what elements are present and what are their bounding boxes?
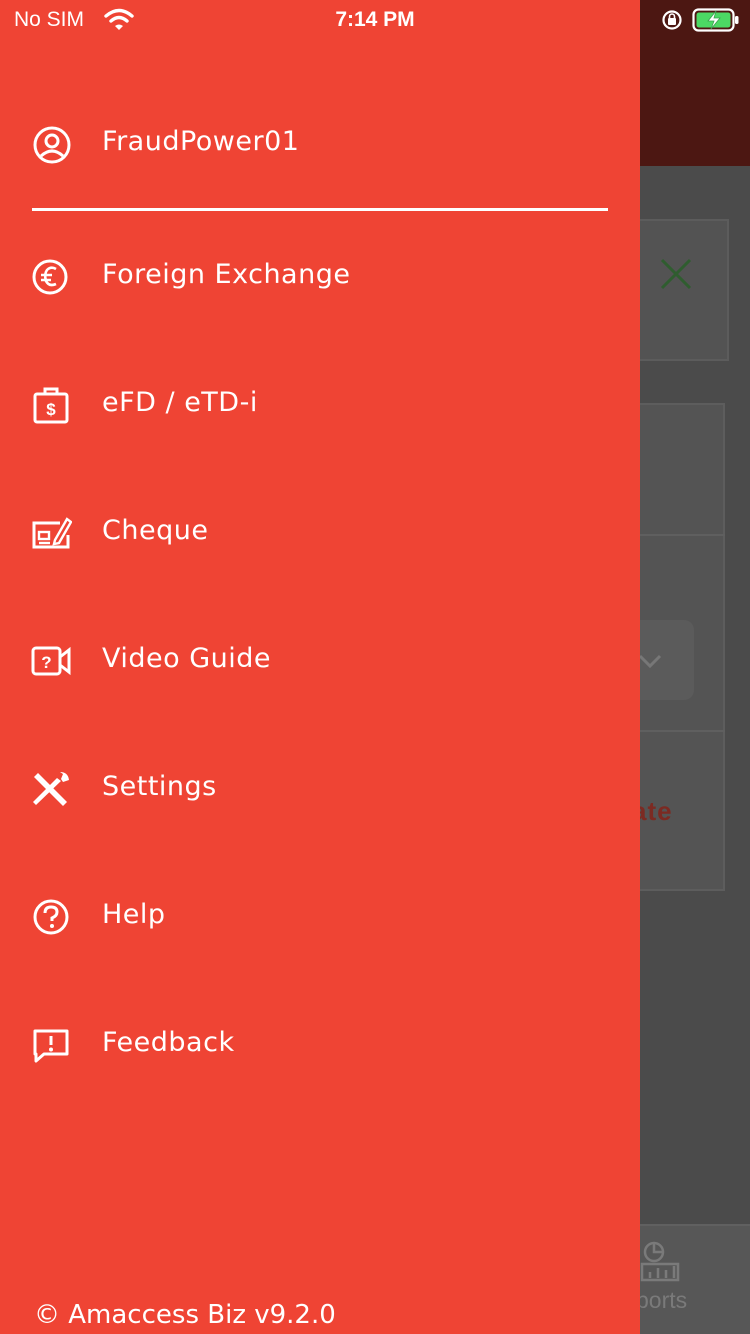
chevron-down-icon [638, 654, 662, 669]
close-icon[interactable] [656, 254, 696, 294]
user-icon [33, 126, 71, 164]
settings-icon [33, 772, 69, 806]
euro-icon [32, 259, 68, 295]
menu-item-efd-etd[interactable]: $ eFD / eTD-i [0, 365, 640, 445]
rotation-lock-icon [662, 10, 682, 30]
drawer-divider [32, 208, 608, 211]
username: FraudPower01 [102, 126, 300, 157]
menu-item-help[interactable]: Help [0, 877, 640, 957]
menu-item-label: Help [102, 899, 166, 930]
feedback-icon [33, 1029, 69, 1063]
video-guide-icon: ? [31, 646, 71, 676]
menu-item-cheque[interactable]: Cheque [0, 493, 640, 573]
menu-item-label: Settings [102, 771, 217, 802]
help-icon [33, 899, 69, 935]
reports-icon [640, 1241, 680, 1282]
menu-item-label: eFD / eTD-i [102, 387, 258, 418]
menu-item-label: Cheque [102, 515, 209, 546]
menu-item-video-guide[interactable]: ? Video Guide [0, 621, 640, 701]
menu-item-label: Feedback [102, 1027, 235, 1058]
battery-icon [692, 8, 739, 32]
navigation-drawer: FraudPower01 Foreign Exchange $ eFD / eT… [0, 0, 640, 1334]
menu-item-label: Foreign Exchange [102, 259, 351, 290]
cheque-icon [32, 517, 72, 549]
svg-text:$: $ [46, 400, 56, 419]
menu-item-label: Video Guide [102, 643, 272, 674]
menu-item-feedback[interactable]: Feedback [0, 1005, 640, 1085]
menu-item-settings[interactable]: Settings [0, 749, 640, 829]
status-bar: No SIM 7:14 PM [0, 0, 750, 40]
menu-item-foreign-exchange[interactable]: Foreign Exchange [0, 237, 640, 317]
deposit-icon: $ [33, 387, 69, 424]
svg-text:?: ? [41, 653, 51, 672]
app-version: © Amaccess Biz v9.2.0 [34, 1300, 336, 1330]
tab-reports-label[interactable]: ports [636, 1287, 687, 1314]
clock: 7:14 PM [335, 8, 415, 31]
user-profile[interactable]: FraudPower01 [0, 110, 640, 182]
